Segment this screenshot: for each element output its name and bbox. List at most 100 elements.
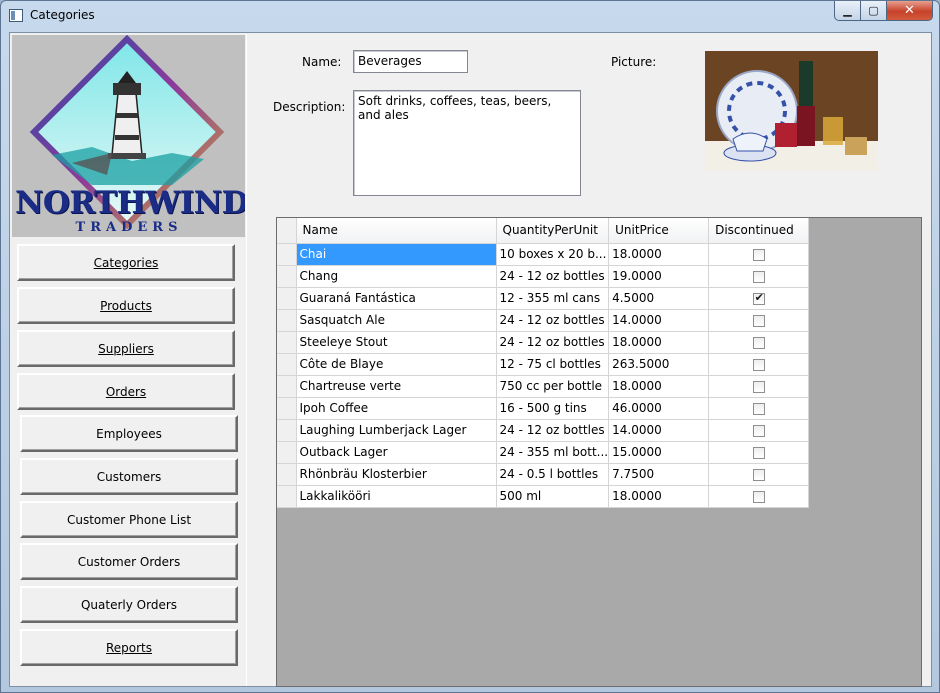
cell-price[interactable]: 14.0000 [608,419,710,442]
discontinued-checkbox[interactable] [752,248,765,261]
nav-button-categories[interactable]: Categories [17,244,235,281]
row-header[interactable] [277,397,297,420]
cell-price[interactable]: 18.0000 [608,485,710,508]
cell-name[interactable]: Chang [296,265,497,288]
nav-button-customers[interactable]: Customers [20,458,238,495]
row-header[interactable] [277,419,297,442]
cell-discontinued[interactable] [708,287,810,310]
cell-name[interactable]: Rhönbräu Klosterbier [296,463,497,486]
row-header[interactable] [277,243,297,266]
cell-quantity[interactable]: 24 - 12 oz bottles [496,265,610,288]
discontinued-checkbox[interactable] [752,270,765,283]
cell-discontinued[interactable] [708,375,810,398]
cell-price[interactable]: 7.7500 [608,463,710,486]
cell-name[interactable]: Sasquatch Ale [296,309,497,332]
table-row[interactable]: Ipoh Coffee 16 - 500 g tins 46.0000 [277,397,810,420]
cell-quantity[interactable]: 24 - 12 oz bottles [496,309,610,332]
table-row[interactable]: Chai 10 boxes x 20 b... 18.0000 [277,243,810,266]
discontinued-checkbox[interactable] [752,336,765,349]
cell-discontinued[interactable] [708,309,810,332]
cell-name[interactable]: Guaraná Fantástica [296,287,497,310]
cell-discontinued[interactable] [708,441,810,464]
discontinued-checkbox[interactable] [752,358,765,371]
column-header-quantity-per-unit[interactable]: QuantityPerUnit [496,218,610,244]
cell-discontinued[interactable] [708,243,810,266]
discontinued-checkbox[interactable] [752,380,765,393]
cell-discontinued[interactable] [708,419,810,442]
table-row[interactable]: Laughing Lumberjack Lager 24 - 12 oz bot… [277,419,810,442]
cell-price[interactable]: 14.0000 [608,309,710,332]
nav-button-reports[interactable]: Reports [20,629,238,666]
cell-quantity[interactable]: 24 - 0.5 l bottles [496,463,610,486]
cell-discontinued[interactable] [708,353,810,376]
cell-name[interactable]: Lakkalikööri [296,485,497,508]
cell-price[interactable]: 46.0000 [608,397,710,420]
column-header-discontinued[interactable]: Discontinued [708,218,810,244]
nav-button-customer-phone-list[interactable]: Customer Phone List [20,501,238,538]
cell-price[interactable]: 263.5000 [608,353,710,376]
discontinued-checkbox[interactable] [752,314,765,327]
table-row[interactable]: Chartreuse verte 750 cc per bottle 18.00… [277,375,810,398]
row-header[interactable] [277,463,297,486]
discontinued-checkbox[interactable] [752,468,765,481]
cell-name[interactable]: Côte de Blaye [296,353,497,376]
cell-discontinued[interactable] [708,397,810,420]
discontinued-checkbox[interactable] [752,402,765,415]
discontinued-checkbox[interactable] [752,424,765,437]
cell-discontinued[interactable] [708,463,810,486]
table-row[interactable]: Sasquatch Ale 24 - 12 oz bottles 14.0000 [277,309,810,332]
discontinued-checkbox[interactable] [752,490,765,503]
cell-price[interactable]: 19.0000 [608,265,710,288]
nav-button-customer-orders[interactable]: Customer Orders [20,543,238,580]
table-row[interactable]: Outback Lager 24 - 355 ml bott... 15.000… [277,441,810,464]
row-header[interactable] [277,353,297,376]
cell-quantity[interactable]: 750 cc per bottle [496,375,610,398]
row-header[interactable] [277,265,297,288]
table-row[interactable]: Côte de Blaye 12 - 75 cl bottles 263.500… [277,353,810,376]
table-row[interactable]: Steeleye Stout 24 - 12 oz bottles 18.000… [277,331,810,354]
cell-price[interactable]: 18.0000 [608,243,710,266]
cell-price[interactable]: 4.5000 [608,287,710,310]
cell-quantity[interactable]: 16 - 500 g tins [496,397,610,420]
nav-button-quaterly-orders[interactable]: Quaterly Orders [20,586,238,623]
close-button[interactable]: ✕ [887,1,933,21]
cell-quantity[interactable]: 24 - 12 oz bottles [496,419,610,442]
cell-name[interactable]: Ipoh Coffee [296,397,497,420]
cell-price[interactable]: 15.0000 [608,441,710,464]
row-header[interactable] [277,375,297,398]
cell-discontinued[interactable] [708,265,810,288]
row-header[interactable] [277,287,297,310]
row-header[interactable] [277,331,297,354]
column-header-name[interactable]: Name [296,218,497,244]
cell-price[interactable]: 18.0000 [608,331,710,354]
cell-discontinued[interactable] [708,485,810,508]
cell-price[interactable]: 18.0000 [608,375,710,398]
maximize-button[interactable]: ▢ [861,1,887,21]
nav-button-orders[interactable]: Orders [17,373,235,410]
row-header[interactable] [277,441,297,464]
cell-quantity[interactable]: 12 - 355 ml cans [496,287,610,310]
table-row[interactable]: Rhönbräu Klosterbier 24 - 0.5 l bottles … [277,463,810,486]
cell-quantity[interactable]: 12 - 75 cl bottles [496,353,610,376]
table-row[interactable]: Lakkalikööri 500 ml 18.0000 [277,485,810,508]
name-field[interactable]: Beverages [353,50,468,73]
discontinued-checkbox[interactable] [752,291,765,305]
description-field[interactable]: Soft drinks, coffees, teas, beers, and a… [353,90,581,196]
cell-quantity[interactable]: 10 boxes x 20 b... [496,243,610,266]
column-header-unit-price[interactable]: UnitPrice [608,218,710,244]
title-bar[interactable]: Categories ▁ ▢ ✕ [1,1,939,31]
table-row[interactable]: Guaraná Fantástica 12 - 355 ml cans 4.50… [277,287,810,310]
cell-name[interactable]: Outback Lager [296,441,497,464]
row-header[interactable] [277,485,297,508]
cell-quantity[interactable]: 24 - 12 oz bottles [496,331,610,354]
products-grid[interactable]: Name QuantityPerUnit UnitPrice Discontin… [276,217,922,687]
nav-button-suppliers[interactable]: Suppliers [17,330,235,367]
cell-name[interactable]: Chartreuse verte [296,375,497,398]
cell-name[interactable]: Chai [296,243,497,266]
row-header[interactable] [277,309,297,332]
nav-button-employees[interactable]: Employees [20,415,238,452]
cell-quantity[interactable]: 500 ml [496,485,610,508]
cell-quantity[interactable]: 24 - 355 ml bott... [496,441,610,464]
cell-name[interactable]: Laughing Lumberjack Lager [296,419,497,442]
table-row[interactable]: Chang 24 - 12 oz bottles 19.0000 [277,265,810,288]
